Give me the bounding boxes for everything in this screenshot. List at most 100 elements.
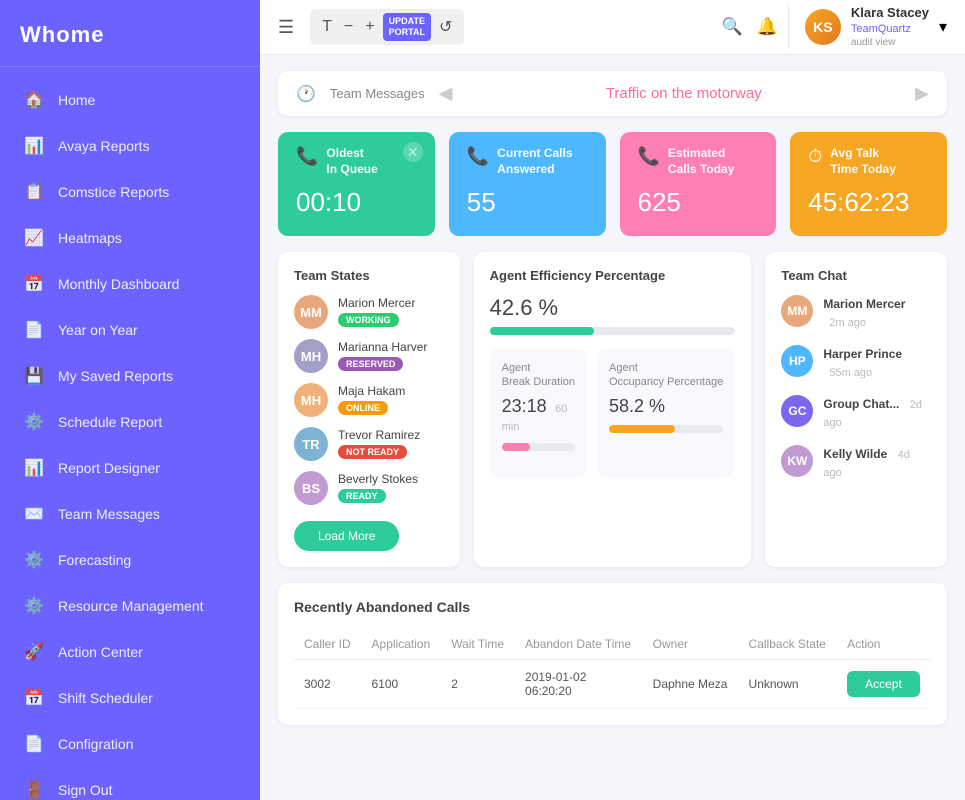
- sidebar-item-report-designer[interactable]: 📊Report Designer: [0, 445, 260, 491]
- sidebar: Whome 🏠 Home 📊Avaya Reports📋Comstice Repor…: [0, 0, 260, 800]
- chat-item[interactable]: GC Group Chat... 2d ago: [781, 395, 931, 431]
- table-cell: Daphne Meza: [643, 660, 739, 709]
- table-cell: 2: [441, 660, 515, 709]
- update-portal-button[interactable]: UPDATE PORTAL: [383, 13, 431, 41]
- agent-status-badge: WORKING: [338, 313, 399, 327]
- agent-name: Trevor Ramirez: [338, 428, 420, 442]
- stat-card-current-calls-answered: 📞 Current Calls Answered 55: [449, 132, 606, 236]
- nav-label-home: Home: [58, 92, 95, 108]
- sidebar-item-sign-out[interactable]: 🚪 Sign Out: [0, 767, 260, 800]
- nav-label-monthly-dashboard: Monthly Dashboard: [58, 276, 179, 292]
- sidebar-item-team-messages[interactable]: ✉️ Team Messages: [0, 491, 260, 537]
- sidebar-item-configuration[interactable]: 📄Configration: [0, 721, 260, 767]
- abandoned-calls-title: Recently Abandoned Calls: [294, 599, 931, 615]
- user-menu[interactable]: KS Klara Stacey TeamQuartz audit view ▾: [788, 5, 947, 49]
- stat-card-oldest-in-queue: ✕ 📞 Oldest In Queue 00:10: [278, 132, 435, 236]
- chat-name: Group Chat...: [823, 397, 899, 411]
- team-chat-title: Team Chat: [781, 268, 931, 283]
- nav-label-team-messages: Team Messages: [58, 506, 160, 522]
- accept-button[interactable]: Accept: [847, 671, 920, 697]
- chat-item[interactable]: HP Harper Prince 55m ago: [781, 345, 931, 381]
- team-state-item: TR Trevor Ramirez NOT READY: [294, 427, 444, 461]
- chat-name: Marion Mercer: [823, 297, 905, 311]
- agent-name: Maja Hakam: [338, 384, 405, 398]
- sub-metric-occupancy-percentage: Agent Occupancy Percentage 58.2 %: [597, 349, 735, 477]
- nav-label-schedule-report: Schedule Report: [58, 414, 162, 430]
- close-button-oldest-in-queue[interactable]: ✕: [403, 142, 423, 162]
- search-icon[interactable]: 🔍: [722, 17, 743, 37]
- nav-label-year-on-year: Year on Year: [58, 322, 138, 338]
- chat-item[interactable]: KW Kelly Wilde 4d ago: [781, 445, 931, 481]
- chat-name: Kelly Wilde: [823, 447, 887, 461]
- sub-metric-value: 23:18: [502, 396, 547, 416]
- nav-icon-sign-out: 🚪: [24, 780, 44, 800]
- text-format-icon[interactable]: T: [318, 16, 336, 38]
- nav-label-my-saved-reports: My Saved Reports: [58, 368, 173, 384]
- stat-title-estimated-calls-today: Estimated Calls Today: [668, 146, 734, 177]
- sidebar-item-my-saved-reports[interactable]: 💾My Saved Reports: [0, 353, 260, 399]
- sidebar-item-shift-scheduler[interactable]: 📅Shift Scheduler: [0, 675, 260, 721]
- agent-avatar: MM: [294, 295, 328, 329]
- menu-icon[interactable]: ☰: [278, 17, 294, 38]
- refresh-icon[interactable]: ↺: [435, 15, 456, 39]
- stat-title-avg-talk-time: Avg Talk Time Today: [830, 146, 896, 177]
- sidebar-item-monthly-dashboard[interactable]: 📅Monthly Dashboard: [0, 261, 260, 307]
- stat-title-current-calls-answered: Current Calls Answered: [497, 146, 572, 177]
- sub-metric-bar-fill: [502, 443, 530, 451]
- sub-metric-bar-fill: [609, 425, 675, 433]
- nav-icon-resource-management: ⚙️: [24, 596, 44, 616]
- abandoned-calls-table: Caller IDApplicationWait TimeAbandon Dat…: [294, 629, 931, 709]
- sidebar-item-avaya-reports[interactable]: 📊Avaya Reports: [0, 123, 260, 169]
- team-messages-bar: 🕐 Team Messages ◀ Traffic on the motorwa…: [278, 71, 947, 116]
- team-states-panel: Team States MM Marion Mercer WORKING MH …: [278, 252, 460, 567]
- main-content: ☰ T − + UPDATE PORTAL ↺ 🔍 🔔 KS Klara Sta…: [260, 0, 965, 800]
- sidebar-item-action-center[interactable]: 🚀Action Center: [0, 629, 260, 675]
- sidebar-item-home[interactable]: 🏠 Home: [0, 77, 260, 123]
- nav-label-resource-management: Resource Management: [58, 598, 204, 614]
- stats-row: ✕ 📞 Oldest In Queue 00:10 📞 Current Call…: [278, 132, 947, 236]
- chat-avatar: KW: [781, 445, 813, 477]
- prev-message-button[interactable]: ◀: [439, 83, 453, 104]
- nav-label-forecasting: Forecasting: [58, 552, 131, 568]
- table-cell: 2019-01-02 06:20:20: [515, 660, 643, 709]
- table-header-cell: Caller ID: [294, 629, 362, 660]
- sidebar-item-schedule-report[interactable]: ⚙️ Schedule Report: [0, 399, 260, 445]
- minus-icon[interactable]: −: [340, 16, 357, 38]
- stat-value-estimated-calls-today: 625: [638, 187, 759, 218]
- nav-label-report-designer: Report Designer: [58, 460, 160, 476]
- load-more-button[interactable]: Load More: [294, 521, 399, 551]
- nav-icon-team-messages: ✉️: [24, 504, 44, 524]
- traffic-message: Traffic on the motorway: [466, 85, 901, 102]
- sub-metric-progress-bar: [609, 425, 723, 433]
- next-message-button[interactable]: ▶: [915, 83, 929, 104]
- sidebar-item-forecasting[interactable]: ⚙️ Forecasting: [0, 537, 260, 583]
- sidebar-item-comstice-reports[interactable]: 📋Comstice Reports: [0, 169, 260, 215]
- table-header-cell: Wait Time: [441, 629, 515, 660]
- efficiency-progress-bar: [490, 327, 736, 335]
- bell-icon[interactable]: 🔔: [757, 17, 778, 37]
- chat-avatar: MM: [781, 295, 813, 327]
- sub-metric-progress-bar: [502, 443, 575, 451]
- chat-item[interactable]: MM Marion Mercer 2m ago: [781, 295, 931, 331]
- nav-icon-schedule-report: ⚙️: [24, 412, 44, 432]
- nav-icon-forecasting: ⚙️: [24, 550, 44, 570]
- sidebar-item-heatmaps[interactable]: 📈Heatmaps: [0, 215, 260, 261]
- nav-label-comstice-reports: Comstice Reports: [58, 184, 169, 200]
- stat-title-oldest-in-queue: Oldest In Queue: [326, 146, 377, 177]
- sub-metric-title: Agent Break Duration: [502, 361, 575, 390]
- plus-icon[interactable]: +: [361, 16, 378, 38]
- team-states-title: Team States: [294, 268, 444, 283]
- nav-icon-home: 🏠: [24, 90, 44, 110]
- app-logo: Whome: [0, 0, 260, 67]
- nav-label-action-center: Action Center: [58, 644, 143, 660]
- chat-time: 2m ago: [829, 317, 866, 329]
- sidebar-item-year-on-year[interactable]: 📄Year on Year: [0, 307, 260, 353]
- agent-status-badge: ONLINE: [338, 401, 388, 415]
- sidebar-item-resource-management[interactable]: ⚙️ Resource Management: [0, 583, 260, 629]
- table-header-cell: Action: [837, 629, 931, 660]
- topbar: ☰ T − + UPDATE PORTAL ↺ 🔍 🔔 KS Klara Sta…: [260, 0, 965, 55]
- agent-status-badge: RESERVED: [338, 357, 403, 371]
- nav-label-sign-out: Sign Out: [58, 782, 112, 798]
- clock-icon: 🕐: [296, 84, 316, 104]
- nav-label-heatmaps: Heatmaps: [58, 230, 122, 246]
